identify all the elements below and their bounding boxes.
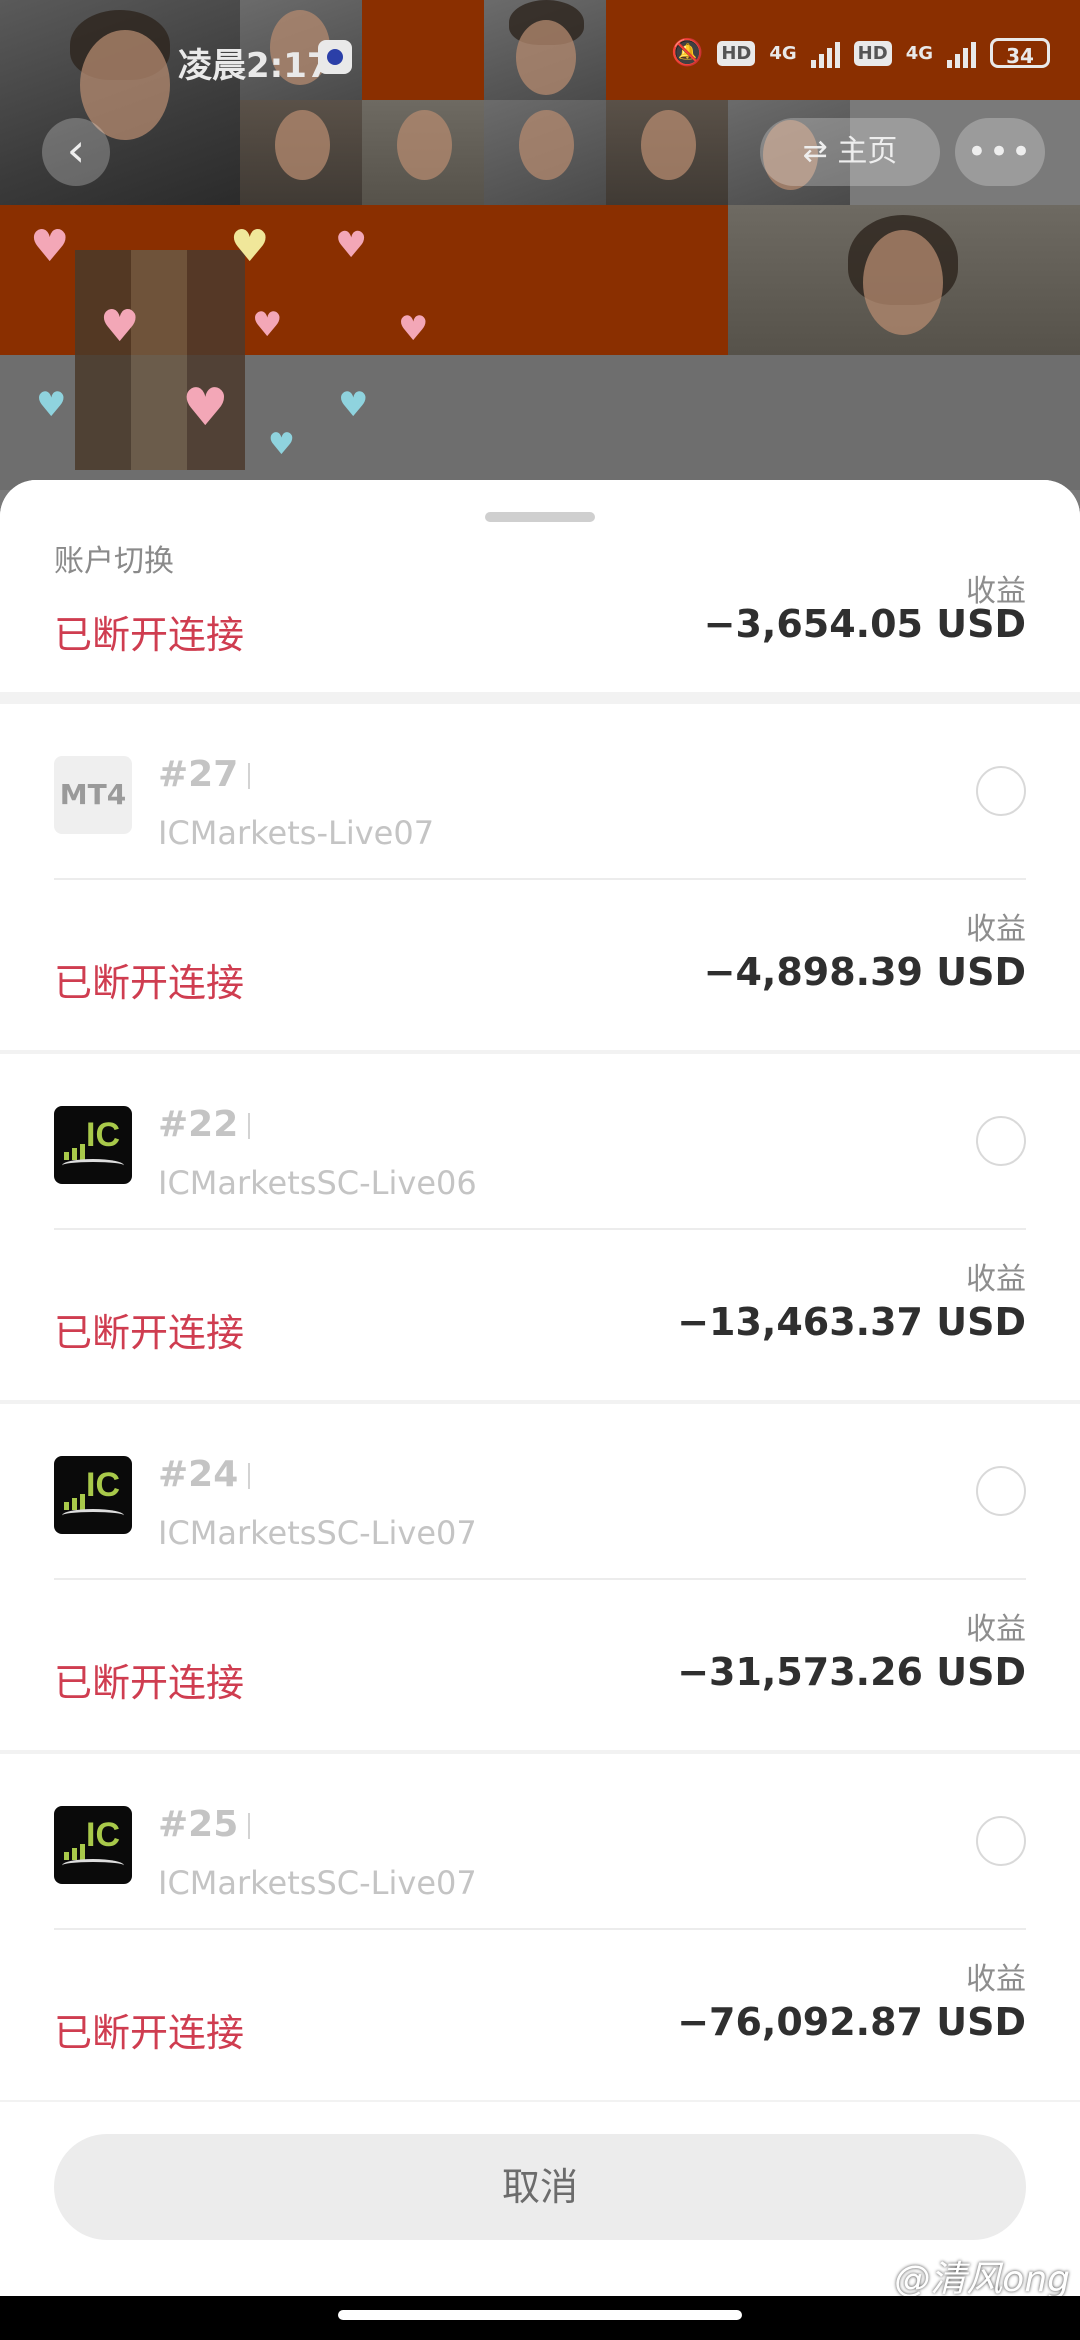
icmarkets-logo-icon: IC: [54, 1806, 132, 1884]
heart-icon: ♥: [230, 221, 270, 272]
heart-icon: ♥: [335, 225, 368, 266]
profit-amount: −4,898.39 USD: [703, 950, 1026, 994]
home-indicator[interactable]: [0, 2296, 1080, 2340]
connection-status: 已断开连接: [54, 961, 245, 1005]
account-server: ICMarketsSC-Live07: [158, 1864, 477, 1902]
account-card[interactable]: IC #22 ICMarketsSC-Live06 收益 已断开连接 −13,4…: [0, 1054, 1080, 1400]
profit-amount: −3,654.05 USD: [703, 602, 1026, 646]
account-radio[interactable]: [976, 1466, 1026, 1516]
network-type-label: 4G: [905, 42, 933, 64]
heart-icon: ♥: [338, 385, 369, 425]
connection-status: 已断开连接: [54, 2011, 245, 2055]
icmarkets-logo-icon: IC: [54, 1106, 132, 1184]
status-time: 凌晨2:17: [178, 46, 331, 86]
account-radio[interactable]: [976, 766, 1026, 816]
account-server: ICMarketsSC-Live07: [158, 1514, 477, 1552]
connection-status: 已断开连接: [54, 613, 245, 657]
account-card[interactable]: IC #24 ICMarketsSC-Live07 收益 已断开连接 −31,5…: [0, 1404, 1080, 1750]
account-card[interactable]: 收益 已断开连接 −3,654.05 USD: [0, 574, 1080, 692]
heart-icon: ♥: [252, 305, 283, 345]
heart-icon: ♥: [30, 221, 70, 272]
account-server: ICMarketsSC-Live06: [158, 1164, 477, 1202]
heart-icon: ♥: [398, 309, 429, 349]
home-button[interactable]: ⇄ 主页: [760, 118, 940, 186]
account-number: #22: [158, 1104, 251, 1145]
profile-photo: [728, 205, 1080, 355]
profit-label: 收益: [966, 1262, 1026, 1297]
connection-status: 已断开连接: [54, 1661, 245, 1705]
icmarkets-logo-icon: IC: [54, 1456, 132, 1534]
heart-icon: ♥: [182, 378, 229, 438]
drag-handle[interactable]: [485, 512, 595, 522]
connection-status: 已断开连接: [54, 1311, 245, 1355]
account-number: #27: [158, 754, 251, 795]
profit-label: 收益: [966, 1612, 1026, 1647]
heart-icon: ♥: [268, 427, 295, 462]
profit-label: 收益: [966, 912, 1026, 947]
profit-amount: −31,573.26 USD: [677, 1650, 1026, 1694]
mt4-logo-icon: MT4: [54, 756, 132, 834]
account-server: ICMarkets-Live07: [158, 814, 435, 852]
status-bar: 凌晨2:17 🔕 HD 4G HD 4G 34: [0, 0, 1080, 120]
app-notification-icon: [318, 40, 352, 74]
watermark: @清风ong: [894, 2259, 1070, 2300]
profit-amount: −13,463.37 USD: [677, 1300, 1026, 1344]
account-card[interactable]: MT4 #27 ICMarkets-Live07 收益 已断开连接 −4,898…: [0, 704, 1080, 1050]
more-options-button[interactable]: •••: [955, 118, 1045, 186]
back-button[interactable]: ‹: [42, 118, 110, 186]
account-radio[interactable]: [976, 1116, 1026, 1166]
signal-icon: [947, 38, 976, 68]
heart-icon: ♥: [36, 385, 67, 425]
battery-icon: 34: [990, 38, 1050, 68]
sheet-header: 账户切换: [0, 480, 1080, 587]
hd-icon: HD: [717, 40, 756, 66]
cancel-button[interactable]: 取消: [54, 2134, 1026, 2240]
profit-label: 收益: [966, 1962, 1026, 1997]
hd-icon: HD: [853, 40, 892, 66]
account-card[interactable]: IC #25 ICMarketsSC-Live07 收益 已断开连接 −76,0…: [0, 1754, 1080, 2100]
account-switch-sheet: 账户切换 收益 已断开连接 −3,654.05 USD MT4 #27 ICMa…: [0, 480, 1080, 2340]
account-number: #25: [158, 1804, 251, 1845]
network-type-label: 4G: [769, 42, 797, 64]
sheet-title: 账户切换: [54, 544, 174, 579]
mute-alarm-icon: 🔕: [670, 38, 704, 68]
account-number: #24: [158, 1454, 251, 1495]
account-radio[interactable]: [976, 1816, 1026, 1866]
profit-amount: −76,092.87 USD: [677, 2000, 1026, 2044]
signal-icon: [810, 38, 840, 68]
heart-icon: ♥: [100, 301, 140, 352]
